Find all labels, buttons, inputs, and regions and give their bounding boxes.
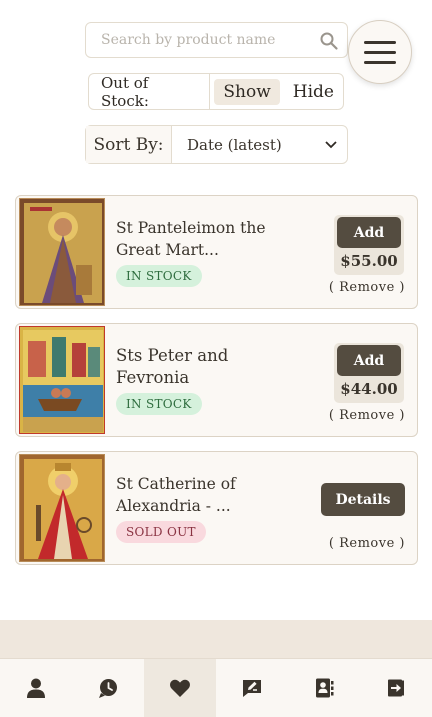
chat-icon <box>99 679 117 698</box>
product-image-catherine[interactable] <box>19 454 105 562</box>
logout-icon <box>388 679 404 697</box>
chevron-down-icon <box>325 140 337 148</box>
menu-bar <box>364 50 396 54</box>
nav-item-wishlist[interactable] <box>144 659 216 717</box>
remove-link[interactable]: ( Remove ) <box>329 536 405 551</box>
product-image-panteleimon[interactable] <box>19 198 105 306</box>
product-title-line: Sts Peter and <box>116 346 229 365</box>
product-card: St Panteleimon the Great Mart... IN STOC… <box>15 195 418 309</box>
user-icon <box>27 678 45 698</box>
nav-item-account[interactable] <box>0 659 72 717</box>
product-card: St Catherine of Alexandria - ... SOLD OU… <box>15 451 418 565</box>
sort-label: Sort By: <box>86 126 172 163</box>
sort-select[interactable]: Date (latest) <box>172 126 347 163</box>
hamburger-menu-button[interactable] <box>348 20 412 84</box>
remove-link[interactable]: ( Remove ) <box>329 280 405 295</box>
out-of-stock-label: Out of Stock: <box>89 74 211 110</box>
menu-bar <box>364 40 396 44</box>
show-option[interactable]: Show <box>214 78 280 105</box>
product-title[interactable]: St Catherine of Alexandria - ... <box>116 473 286 517</box>
footer-band <box>0 620 432 658</box>
sort-control: Sort By: Date (latest) <box>85 125 348 164</box>
search-bar <box>85 22 348 58</box>
nav-item-history[interactable] <box>72 659 144 717</box>
contacts-icon <box>316 678 334 698</box>
bottom-nav <box>0 658 432 717</box>
product-title-line: St Panteleimon the <box>116 219 266 237</box>
price: $55.00 <box>340 252 398 270</box>
nav-item-reviews[interactable] <box>216 659 288 717</box>
price: $44.00 <box>340 380 398 398</box>
product-title-line: Fevronia <box>116 368 190 387</box>
status-badge: IN STOCK <box>116 393 202 415</box>
product-title[interactable]: Sts Peter and Fevronia <box>116 345 286 389</box>
out-of-stock-toggle: Out of Stock: Show Hide <box>88 73 344 110</box>
remove-link[interactable]: ( Remove ) <box>329 408 405 423</box>
search-input[interactable] <box>86 23 306 57</box>
product-image-peter-fevronia[interactable] <box>19 326 105 434</box>
status-badge: IN STOCK <box>116 265 202 287</box>
search-icon[interactable] <box>319 31 339 51</box>
product-title[interactable]: St Panteleimon the Great Mart... <box>116 217 286 261</box>
hide-option[interactable]: Hide <box>284 79 343 105</box>
status-badge: SOLD OUT <box>116 521 206 543</box>
add-to-cart-group: Add $55.00 <box>334 215 404 275</box>
nav-item-logout[interactable] <box>360 659 432 717</box>
product-card: Sts Peter and Fevronia IN STOCK Add $44.… <box>15 323 418 437</box>
menu-bar <box>364 60 396 64</box>
add-button[interactable]: Add <box>337 345 401 376</box>
nav-item-contacts[interactable] <box>288 659 360 717</box>
add-button[interactable]: Add <box>337 217 401 248</box>
details-button[interactable]: Details <box>321 483 405 516</box>
product-title-line: St Catherine of <box>116 475 236 493</box>
message-edit-icon <box>243 680 261 697</box>
sort-value: Date (latest) <box>187 135 282 154</box>
add-to-cart-group: Add $44.00 <box>334 343 404 403</box>
product-title-line: Great Mart... <box>116 241 219 259</box>
heart-icon <box>170 679 190 697</box>
product-title-line: Alexandria - ... <box>116 497 231 515</box>
